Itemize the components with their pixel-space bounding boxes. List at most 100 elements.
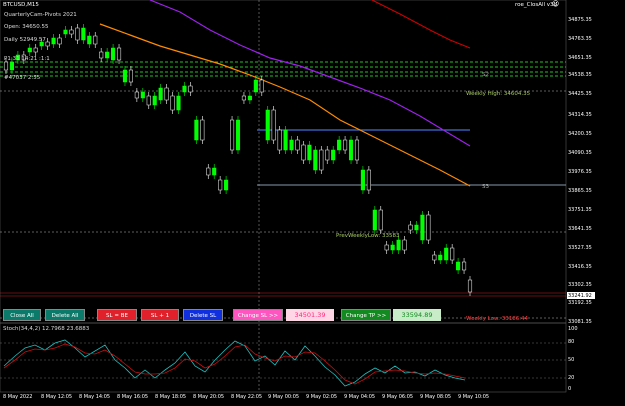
candle-body xyxy=(33,47,38,53)
candle-body xyxy=(402,239,407,251)
time-tick: 8 May 14:05 xyxy=(79,394,111,400)
info-line-5: #47037 2:55 xyxy=(4,75,41,81)
candle-body xyxy=(224,179,229,191)
candle-body xyxy=(384,244,389,251)
candle-body xyxy=(241,95,246,101)
stoch-label: Stoch(34,4,2) 12.7968 23.6883 xyxy=(3,326,90,332)
candle-body xyxy=(69,29,74,35)
price-tick: 33192.35 xyxy=(568,300,592,306)
candle-body xyxy=(87,35,92,45)
time-tick: 9 May 06:05 xyxy=(382,394,414,400)
price-tick: 34763.35 xyxy=(568,36,592,42)
stoch-tick-50: 50 xyxy=(568,357,575,363)
change-sl-button[interactable]: Change SL >> xyxy=(233,309,283,321)
candle-body xyxy=(164,87,169,101)
smiley-icon: ☺ xyxy=(552,0,560,8)
candle-body xyxy=(140,91,145,99)
price-tick: 33865.35 xyxy=(568,188,592,194)
candle-body xyxy=(366,169,371,191)
candle-body xyxy=(467,279,473,293)
candle-body xyxy=(462,261,467,271)
candle-body xyxy=(128,69,133,83)
time-tick: 8 May 2022 xyxy=(3,394,33,400)
candle-body xyxy=(301,144,306,161)
candle-body xyxy=(432,254,437,261)
candle-body xyxy=(57,37,62,45)
candle-body xyxy=(283,129,288,151)
candle-body xyxy=(182,85,187,93)
price-tick: 33527.35 xyxy=(568,245,592,251)
candle-body xyxy=(390,244,395,251)
time-tick: 9 May 02:05 xyxy=(306,394,338,400)
tp-value-field[interactable]: 33594.89 xyxy=(393,309,441,321)
candle-body xyxy=(450,247,455,261)
delete-all-button[interactable]: Delete All xyxy=(45,309,85,321)
candle-body xyxy=(93,35,98,45)
price-tick: 34090.35 xyxy=(568,150,592,156)
price-tick: 33976.35 xyxy=(568,169,592,175)
time-tick: 9 May 00:05 xyxy=(268,394,300,400)
close-all-button[interactable]: Close All xyxy=(3,309,41,321)
candle-body xyxy=(414,224,419,231)
candle-body xyxy=(111,47,116,61)
candle-body xyxy=(45,41,50,47)
candle-body xyxy=(259,79,264,93)
change-tp-button[interactable]: Change TP >> xyxy=(341,309,391,321)
time-tick: 9 May 04:05 xyxy=(344,394,376,400)
candle-body xyxy=(81,27,86,41)
info-line-4: P1:31 14:21 :1:1 xyxy=(4,56,50,62)
price-chart[interactable] xyxy=(0,0,625,406)
candle-body xyxy=(253,79,258,93)
info-open: Open: 34650.55 xyxy=(4,24,49,30)
sl-be-button[interactable]: SL = BE xyxy=(97,309,137,321)
info-line-1: QuarterlyCam-Pivots 2021 xyxy=(4,12,77,18)
price-tick: 34538.35 xyxy=(568,72,592,78)
time-tick: 8 May 22:05 xyxy=(231,394,263,400)
candle-body xyxy=(188,85,193,93)
candle-body xyxy=(200,119,205,141)
candle-body xyxy=(408,224,413,231)
symbol-title: BTCUSD,M15 xyxy=(3,2,39,8)
candle-body xyxy=(307,144,312,161)
candle-body xyxy=(194,119,199,141)
time-tick: 8 May 12:05 xyxy=(41,394,73,400)
price-tick: 34425.35 xyxy=(568,91,592,97)
price-tick: 33081.35 xyxy=(568,319,592,325)
sl-value-field[interactable]: 34501.39 xyxy=(286,309,334,321)
candle-body xyxy=(456,261,461,271)
candle-body xyxy=(354,139,360,161)
candle-body xyxy=(230,119,235,151)
stoch-tick-20: 20 xyxy=(568,375,575,381)
candle-body xyxy=(75,27,80,41)
time-tick: 8 May 16:05 xyxy=(117,394,149,400)
sl-plus-button[interactable]: SL + 1 xyxy=(141,309,179,321)
delete-sl-button[interactable]: Delete SL xyxy=(183,309,223,321)
info-line-3: Daily 52949.57 xyxy=(4,37,46,43)
stoch-tick-80: 80 xyxy=(568,339,575,345)
candle-body xyxy=(176,95,181,111)
candle-body xyxy=(170,95,175,111)
candle-body xyxy=(426,214,431,241)
candle-body xyxy=(27,47,32,53)
candle-body xyxy=(360,169,365,191)
candle-body xyxy=(134,91,139,99)
current-price-label: 33241.92 xyxy=(568,293,592,299)
price-tick: 34200.35 xyxy=(568,131,592,137)
price-tick: 33751.35 xyxy=(568,207,592,213)
candle-body xyxy=(116,47,122,61)
candle-body xyxy=(372,209,377,231)
stoch-tick-100: 100 xyxy=(568,326,578,332)
weekly-low-label: Weekly Low: 33186.44 xyxy=(466,316,528,322)
time-tick: 8 May 20:05 xyxy=(193,394,225,400)
candle-body xyxy=(378,209,383,231)
candle-body xyxy=(265,109,270,141)
price-tick: 33416.35 xyxy=(568,264,592,270)
candle-body xyxy=(438,254,443,261)
candle-body xyxy=(331,149,336,161)
candle-body xyxy=(396,239,401,251)
candle-body xyxy=(325,149,330,161)
candle-body xyxy=(146,95,151,106)
time-tick: 8 May 18:05 xyxy=(155,394,187,400)
time-tick: 9 May 08:05 xyxy=(420,394,452,400)
candle-body xyxy=(420,214,425,241)
